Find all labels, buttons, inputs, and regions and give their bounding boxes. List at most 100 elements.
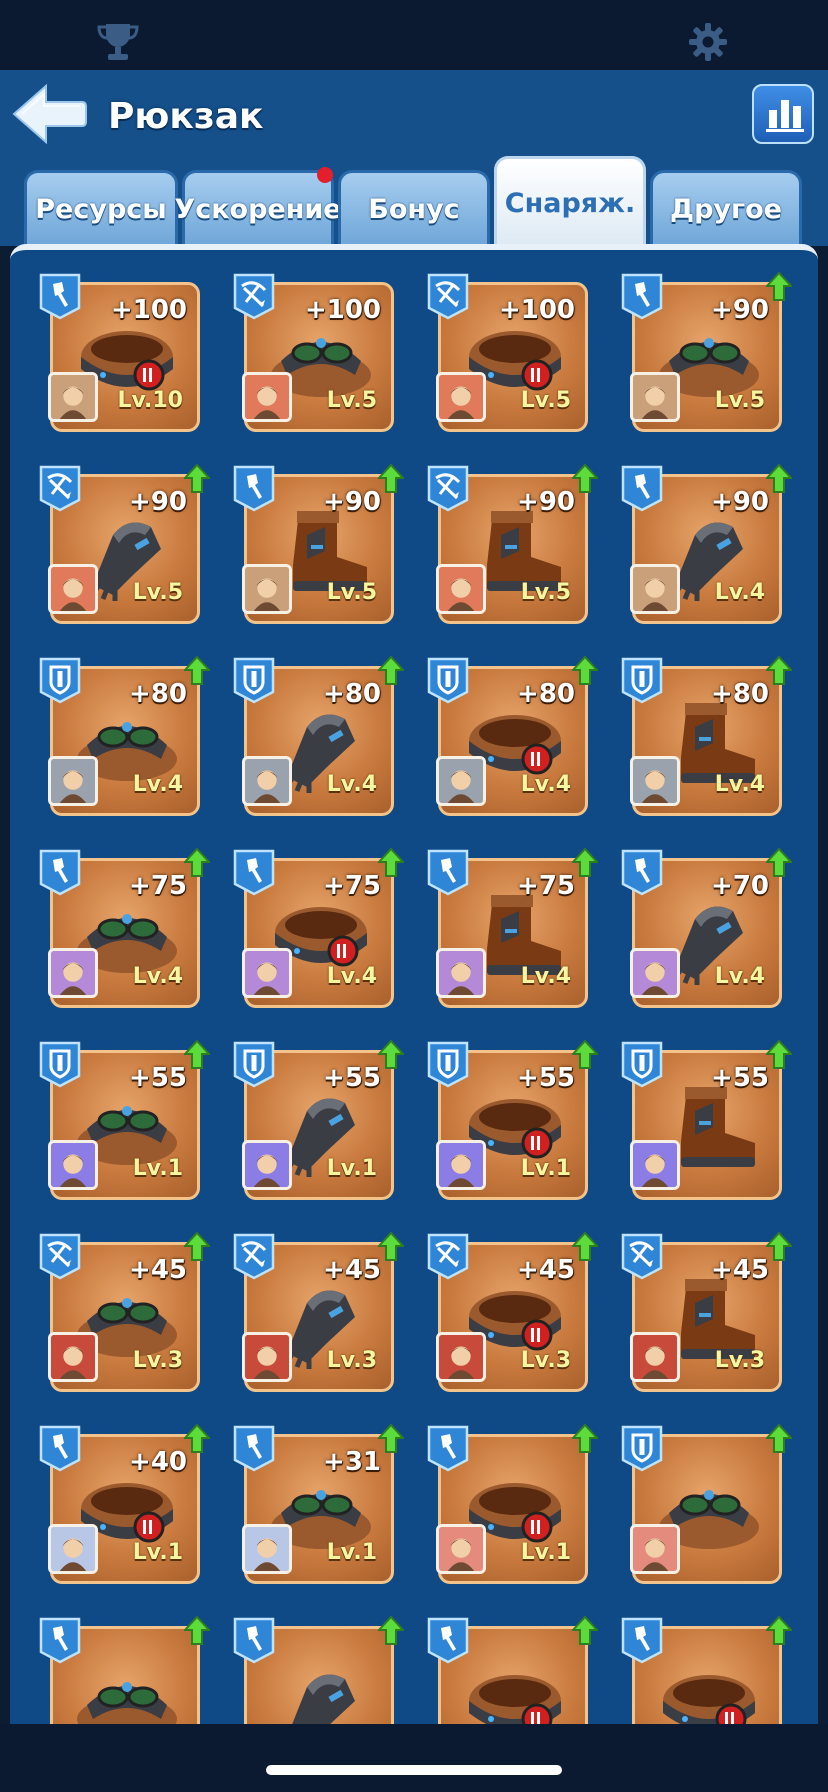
level-label: Lv.1 [132,1156,183,1181]
equipment-item[interactable]: +45 Lv.3 [426,1231,600,1402]
level-label: Lv.1 [520,1540,571,1565]
upgrade-arrow-icon [376,655,406,686]
equipment-item[interactable]: +55 Lv.1 [426,1039,600,1210]
equipment-item[interactable]: +100 Lv.10 [38,272,208,442]
equipment-item[interactable] [38,1615,212,1724]
level-label: Lv.4 [714,580,765,605]
level-label: Lv.4 [714,964,765,989]
upgrade-arrow-icon [376,1039,406,1070]
top-bar [0,0,828,70]
upgrade-arrow-icon [570,655,600,686]
upgrade-arrow-icon [570,847,600,878]
tab-other[interactable]: Другое [650,170,802,246]
hero-avatar [48,1332,98,1382]
equipment-item[interactable]: +45 Lv.3 [38,1231,212,1402]
shield-class-icon [232,656,276,704]
tab-label: Ускорение [174,194,342,225]
level-label: Lv.3 [520,1348,571,1373]
equipment-item[interactable]: +55 Lv.1 [38,1039,212,1210]
equipment-item[interactable]: +100 Lv.5 [232,272,402,442]
equipment-item[interactable]: +80 Lv.4 [620,655,794,826]
equipment-item[interactable]: +90 Lv.5 [38,463,212,634]
tab-resources[interactable]: Ресурсы [24,170,178,246]
power-value: +45 [129,1255,187,1285]
hero-avatar [48,1524,98,1574]
equipment-item[interactable]: +100 Lv.5 [426,272,596,442]
power-value: +100 [304,295,381,325]
equipment-item[interactable]: +80 Lv.4 [232,655,406,826]
power-value: +55 [517,1063,575,1093]
tab-speedups[interactable]: Ускорение [174,167,342,246]
power-value: +40 [129,1447,187,1477]
equipment-item[interactable] [232,1615,406,1724]
equipment-item[interactable]: +75 Lv.4 [38,847,212,1018]
upgrade-arrow-icon [376,463,406,494]
equipment-item[interactable]: +70 Lv.4 [620,847,794,1018]
hero-avatar [242,948,292,998]
hero-avatar [242,1332,292,1382]
notification-dot [317,167,333,183]
stats-button[interactable] [752,84,814,144]
equipment-item[interactable]: +75 Lv.4 [232,847,406,1018]
tab-bonus[interactable]: Бонус [338,170,490,246]
crossbow-class-icon [232,1232,276,1280]
level-label: Lv.3 [326,1348,377,1373]
equipment-item[interactable]: +90 Lv.5 [620,271,794,442]
shovel-class-icon [38,848,82,896]
tab-label: Снаряж. [504,188,636,219]
hero-avatar [630,948,680,998]
equipment-item[interactable]: Lv.1 [426,1423,600,1594]
belt-icon [655,1657,763,1724]
equipment-item[interactable]: +45 Lv.3 [620,1231,794,1402]
upgrade-arrow-icon [182,1423,212,1454]
crossbow-class-icon [620,1232,664,1280]
trophy-icon[interactable] [96,22,140,62]
equipment-item[interactable]: +90 Lv.5 [426,463,600,634]
upgrade-arrow-icon [182,463,212,494]
power-value: +75 [323,871,381,901]
tab-equipment[interactable]: Снаряж. [494,156,646,248]
shovel-class-icon [620,848,664,896]
hero-avatar [242,372,292,422]
equipment-item[interactable]: +45 Lv.3 [232,1231,406,1402]
level-label: Lv.3 [714,1348,765,1373]
upgrade-arrow-icon [764,1423,794,1454]
upgrade-arrow-icon [570,463,600,494]
upgrade-arrow-icon [376,1231,406,1262]
upgrade-arrow-icon [376,1615,406,1646]
equipment-item[interactable] [426,1615,600,1724]
equipment-item[interactable]: +55 Lv.1 [232,1039,406,1210]
level-label: Lv.4 [714,772,765,797]
shield-class-icon [620,1424,664,1472]
hero-avatar [436,1332,486,1382]
upgrade-arrow-icon [764,1039,794,1070]
upgrade-arrow-icon [764,271,794,302]
back-arrow-icon[interactable] [10,82,88,146]
level-label: Lv.5 [326,388,377,413]
equipment-item[interactable] [620,1615,794,1724]
shovel-class-icon [38,1424,82,1472]
power-value: +100 [498,295,575,325]
shovel-class-icon [38,1616,82,1664]
equipment-item[interactable]: +90 Lv.5 [232,463,406,634]
equipment-item[interactable]: +40 Lv.1 [38,1423,212,1594]
level-label: Lv.4 [520,964,571,989]
upgrade-arrow-icon [570,1423,600,1454]
equipment-item[interactable]: +31 Lv.1 [232,1423,406,1594]
level-label: Lv.3 [132,1348,183,1373]
home-indicator[interactable] [266,1765,562,1775]
level-label: Lv.10 [117,388,183,413]
equipment-item[interactable]: +55 [620,1039,794,1210]
shovel-class-icon [232,848,276,896]
level-label: Lv.5 [520,580,571,605]
gear-icon[interactable] [688,22,728,62]
belt-icon [461,1657,569,1724]
power-value: +90 [711,295,769,325]
equipment-item[interactable]: +90 Lv.4 [620,463,794,634]
equipment-item[interactable]: +80 Lv.4 [38,655,212,826]
equipment-item[interactable]: +80 Lv.4 [426,655,600,826]
equipment-item[interactable]: +75 Lv.4 [426,847,600,1018]
hero-avatar [48,372,98,422]
equipment-item[interactable] [620,1423,794,1594]
level-label: Lv.1 [132,1540,183,1565]
